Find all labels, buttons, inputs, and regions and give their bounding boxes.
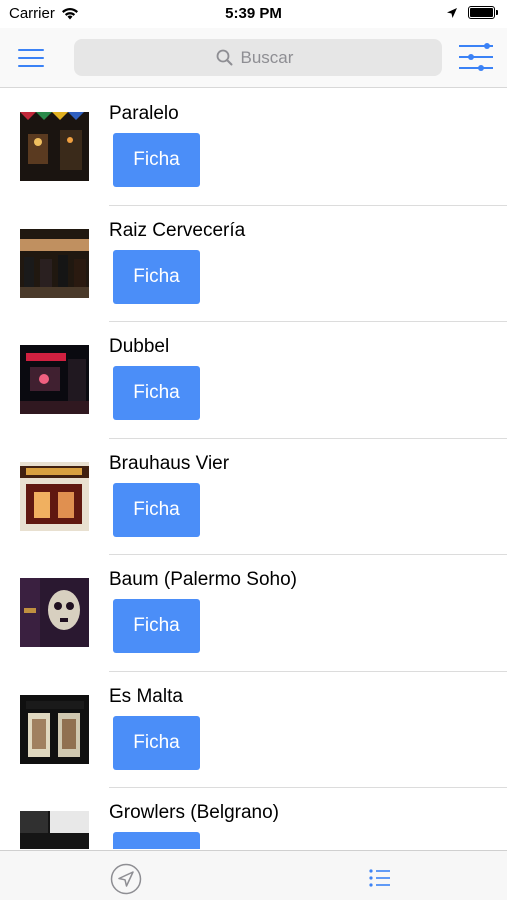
ficha-button[interactable]: Ficha	[113, 482, 200, 537]
bar-thumbnail	[20, 112, 89, 181]
status-time: 5:39 PM	[225, 5, 282, 22]
ficha-button[interactable]: Ficha	[113, 599, 200, 653]
tab-bar	[0, 850, 507, 900]
bar-thumbnail	[20, 228, 89, 298]
list-item[interactable]: Paralelo Ficha	[0, 89, 507, 206]
list-item[interactable]: Growlers (Belgrano) Ficha	[0, 788, 507, 849]
ficha-button[interactable]: Ficha	[113, 249, 200, 304]
list-item[interactable]: Es Malta Ficha	[0, 672, 507, 788]
hamburger-menu-button[interactable]	[18, 44, 52, 72]
bar-list: Paralelo Ficha Raiz Cervecería Ficha Dub…	[0, 89, 507, 849]
ficha-button[interactable]: Ficha	[113, 832, 200, 849]
ficha-button[interactable]: Ficha	[113, 366, 200, 420]
bar-thumbnail	[20, 345, 89, 414]
bar-name: Dubbel	[109, 336, 170, 357]
filter-sliders-icon[interactable]	[457, 42, 495, 74]
search-input[interactable]	[240, 47, 301, 68]
list-item[interactable]: Baum (Palermo Soho) Ficha	[0, 555, 507, 672]
location-arrow-icon[interactable]	[110, 863, 142, 895]
bar-thumbnail	[20, 811, 89, 849]
location-services-icon	[447, 7, 457, 18]
ficha-button[interactable]: Ficha	[113, 715, 200, 770]
bar-name: Es Malta	[109, 685, 183, 707]
list-item[interactable]: Raiz Cervecería Ficha	[0, 206, 507, 322]
bar-name: Growlers (Belgrano)	[109, 802, 279, 823]
bar-thumbnail	[20, 578, 89, 647]
bar-name: Brauhaus Vier	[109, 452, 230, 474]
bar-thumbnail	[20, 461, 89, 531]
ficha-button[interactable]: Ficha	[113, 133, 200, 187]
bar-name: Baum (Palermo Soho)	[109, 569, 297, 590]
status-bar: Carrier 5:39 PM	[0, 0, 507, 28]
nav-bar	[0, 28, 507, 88]
bar-name: Raiz Cervecería	[109, 219, 246, 241]
list-icon[interactable]	[368, 867, 392, 889]
battery-icon	[468, 6, 498, 19]
search-bar[interactable]	[74, 39, 442, 76]
list-item[interactable]: Brauhaus Vier Ficha	[0, 439, 507, 555]
status-right	[446, 6, 498, 19]
bar-name: Paralelo	[109, 103, 179, 124]
bar-thumbnail	[20, 694, 89, 764]
search-icon	[216, 49, 232, 66]
list-item[interactable]: Dubbel Ficha	[0, 322, 507, 439]
